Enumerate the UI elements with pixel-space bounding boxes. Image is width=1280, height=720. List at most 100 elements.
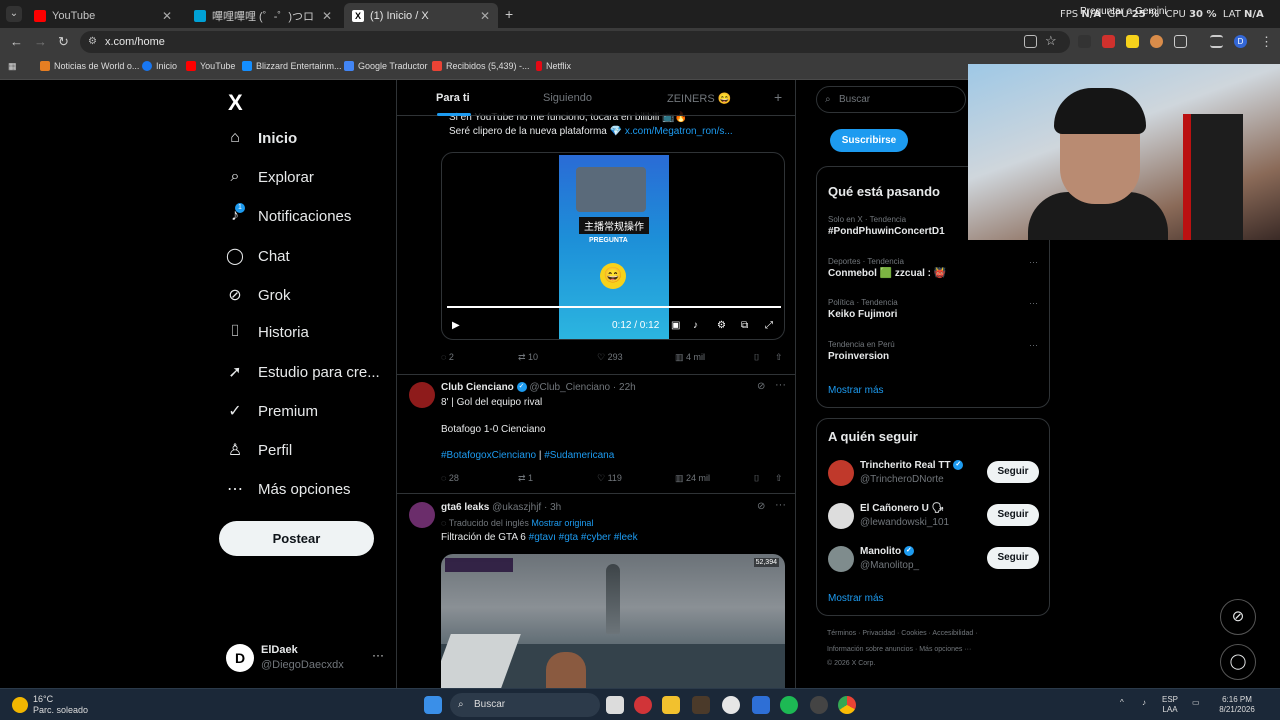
tweet-image[interactable]: 52,394 — [441, 554, 785, 688]
trend-item[interactable]: Deportes · Tendencia Conmebol 🟩 zzcual : … — [828, 257, 1038, 279]
author-handle[interactable]: @Club_Cienciano — [529, 382, 610, 393]
nav-explore[interactable]: ⌕ Explorar — [226, 168, 314, 186]
more-icon[interactable]: ··· — [775, 379, 786, 391]
tab-search-icon[interactable]: ⌄ — [6, 6, 22, 22]
hashtag-link[interactable]: #gtavı #gta #cyber #leek — [529, 532, 638, 543]
nav-premium[interactable]: ✓ Premium — [226, 401, 318, 421]
tab-youtube[interactable]: YouTube ✕ — [26, 3, 180, 28]
avatar[interactable] — [828, 460, 854, 486]
back-icon[interactable]: ← — [10, 34, 23, 49]
extension-icon[interactable] — [1078, 35, 1091, 48]
nav-home[interactable]: ⌂ Inicio — [226, 129, 297, 147]
follow-suggestion[interactable]: El Cañonero U 🗣 @lewandowski_101 Seguir — [828, 502, 1040, 532]
bookmark-item[interactable]: Inicio — [142, 61, 177, 71]
extension-icon[interactable] — [1102, 35, 1115, 48]
show-more-link[interactable]: Mostrar más — [828, 385, 884, 396]
hashtag-link[interactable]: #BotafogoxCienciano — [441, 450, 536, 461]
reload-icon[interactable]: ↻ — [58, 34, 69, 50]
footer-links[interactable]: Términos · Privacidad · Cookies · Accesi… — [827, 630, 978, 637]
video-progress-bar[interactable] — [447, 306, 781, 308]
pip-icon[interactable]: ⧉ — [741, 320, 748, 331]
avatar[interactable] — [409, 502, 435, 528]
like-button[interactable]: ♡ 119 — [597, 473, 622, 484]
extension-icon[interactable] — [1150, 35, 1163, 48]
tab-zeiners[interactable]: ZEINERS 😄 — [667, 92, 731, 105]
app-icon[interactable] — [722, 696, 740, 714]
share-icon[interactable]: ⇧ — [775, 352, 783, 363]
settings-icon[interactable]: ⚙ — [717, 320, 726, 331]
more-icon[interactable]: ··· — [775, 499, 786, 511]
address-bar[interactable]: ⚙ x.com/home — [80, 31, 1070, 53]
bookmark-item[interactable]: Recibidos (5,439) -... — [432, 61, 530, 71]
nav-bookmarks[interactable]: ⌷ Historia — [226, 323, 309, 341]
app-icon[interactable] — [692, 696, 710, 714]
show-hidden-icons[interactable]: ^ — [1120, 698, 1124, 708]
close-tab-icon[interactable]: ✕ — [480, 9, 490, 23]
nav-notifications[interactable]: ♪ 1 Notificaciones — [226, 203, 351, 225]
add-tab-icon[interactable]: + — [774, 89, 782, 105]
post-button[interactable]: Postear — [219, 521, 374, 556]
close-tab-icon[interactable]: ✕ — [322, 9, 332, 23]
bookmark-item[interactable]: Blizzard Entertainm... — [242, 61, 342, 71]
retweet-button[interactable]: ⇄ 10 — [518, 352, 538, 363]
task-view-icon[interactable] — [606, 696, 624, 714]
reply-button[interactable]: ◌ 2 — [441, 352, 454, 362]
microphone-icon[interactable]: ♪ — [1142, 698, 1146, 708]
new-tab-button[interactable]: + — [505, 6, 513, 22]
bookmark-item[interactable]: Netflix — [536, 61, 571, 71]
gemini-button[interactable]: Preguntar a Gemini — [1080, 6, 1167, 17]
search-input[interactable]: ⌕ Buscar — [816, 86, 966, 113]
bookmark-icon[interactable]: ⌷ — [754, 352, 759, 363]
grok-icon[interactable]: ⊘ — [757, 501, 765, 512]
subscribe-button[interactable]: Suscribirse — [830, 129, 908, 152]
tweet-link[interactable]: x.com/Megatron_ron/s... — [625, 126, 733, 137]
apps-grid-icon[interactable]: ▦ — [8, 61, 17, 72]
menu-kebab-icon[interactable]: ⋮ — [1260, 34, 1273, 50]
follow-button[interactable]: Seguir — [987, 461, 1039, 483]
profile-avatar-icon[interactable]: D — [1234, 35, 1247, 48]
file-explorer-icon[interactable] — [662, 696, 680, 714]
reply-button[interactable]: ◌ 28 — [441, 473, 459, 483]
follow-suggestion[interactable]: Trincherito Real TT ✓ @TrincheroDNorte S… — [828, 459, 1040, 489]
trend-item[interactable]: Tendencia en Perú Proinversion ··· — [828, 340, 1038, 362]
grok-icon[interactable]: ⊘ — [757, 381, 765, 392]
clock[interactable]: 6:16 PM 8/21/2026 — [1205, 695, 1269, 715]
follow-button[interactable]: Seguir — [987, 547, 1039, 569]
spotify-icon[interactable] — [780, 696, 798, 714]
weather-widget[interactable]: 16°C Parc. soleado — [12, 694, 88, 716]
retweet-button[interactable]: ⇄ 1 — [518, 473, 533, 484]
taskbar-search[interactable]: ⌕ Buscar — [450, 693, 600, 717]
avatar[interactable] — [828, 546, 854, 572]
show-original-link[interactable]: Mostrar original — [531, 518, 593, 528]
bookmark-item[interactable]: Noticias de World o... — [40, 61, 139, 71]
tab-following[interactable]: Siguiendo — [543, 92, 592, 104]
volume-icon[interactable]: ♪ — [693, 320, 698, 331]
author-handle[interactable]: @ukaszjhjf — [492, 502, 541, 513]
reading-list-icon[interactable] — [1210, 35, 1223, 48]
bookmark-icon[interactable]: ⌷ — [754, 473, 759, 484]
steam-icon[interactable] — [810, 696, 828, 714]
video-player[interactable]: 主播常规操作 PREGUNTA 😄 ▶ 0:12 / 0:12 ▣ ♪ ⚙ ⧉ … — [441, 152, 785, 340]
forward-icon[interactable]: → — [34, 34, 47, 49]
play-icon[interactable]: ▶ — [452, 320, 460, 331]
footer-links[interactable]: Información sobre anuncios · Más opcione… — [827, 646, 971, 653]
share-icon[interactable]: ⇧ — [775, 473, 783, 484]
language-indicator[interactable]: ESP LAA — [1162, 695, 1178, 715]
nav-more-options[interactable]: ⋯ Más opciones — [226, 479, 351, 499]
nav-grok[interactable]: ⊘ Grok — [226, 285, 290, 305]
views-button[interactable]: ▥ 24 mil — [675, 473, 710, 484]
avatar[interactable] — [828, 503, 854, 529]
author-name[interactable]: gta6 leaks — [441, 502, 489, 513]
nav-profile[interactable]: ♙ Perfil — [226, 440, 292, 460]
tab-bilibili[interactable]: 嗶哩嗶哩 (゜-゜)つロ 干杯~-bilibili ✕ — [186, 3, 340, 28]
tab-for-you[interactable]: Para ti — [436, 92, 470, 104]
install-icon[interactable] — [1024, 35, 1037, 48]
fullscreen-icon[interactable]: ⤢ — [765, 320, 773, 331]
captions-icon[interactable]: ▣ — [671, 320, 680, 331]
more-icon[interactable]: ··· — [1029, 340, 1038, 350]
extensions-puzzle-icon[interactable] — [1174, 35, 1187, 48]
close-tab-icon[interactable]: ✕ — [162, 9, 172, 23]
more-icon[interactable]: ··· — [372, 648, 384, 662]
nav-chat[interactable]: ◯ Chat — [226, 246, 290, 266]
follow-suggestion[interactable]: Manolito ✓ @Manolitop_ Seguir — [828, 545, 1040, 575]
